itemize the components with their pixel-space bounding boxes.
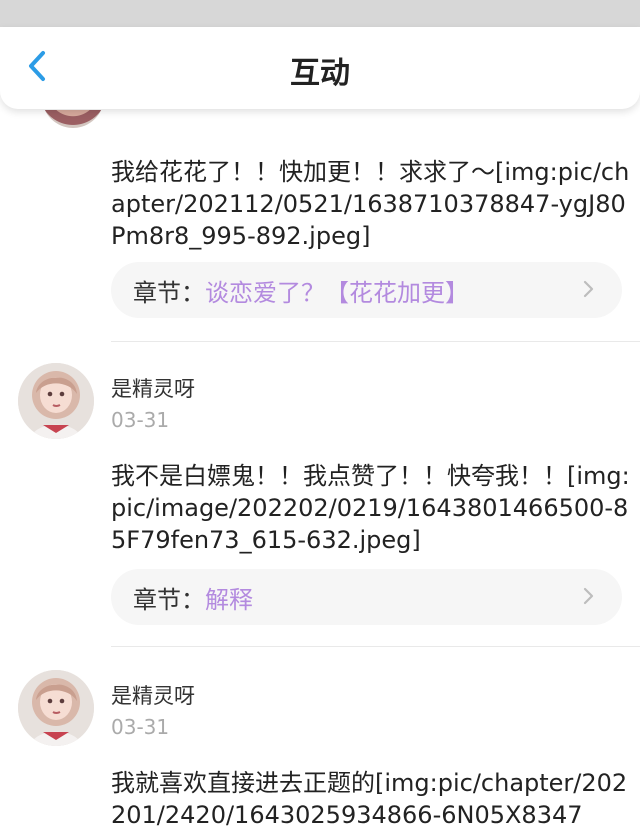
comment-date: 03-31 [111,715,170,739]
comment-divider [111,341,640,342]
chapter-link-card[interactable]: 章节： 谈恋爱了？【花花加更】 [111,262,622,318]
comment-content: 我给花花了！！快加更！！求求了～[img:pic/chapter/202112/… [111,158,630,250]
user-portrait-icon [18,363,94,439]
comment-date: 03-31 [111,408,170,432]
top-navigation-bar: 互动 [0,27,640,109]
chevron-right-icon [583,587,594,605]
status-bar-area [0,0,640,30]
chapter-link-card[interactable]: 章节： 解释 [111,569,622,625]
username: 是精灵呀 [111,377,195,401]
avatar[interactable] [42,110,104,128]
chapter-title[interactable]: 谈恋爱了？【花花加更】 [205,273,469,308]
chapter-label: 章节： [133,278,205,307]
comment-content: 我不是白嫖鬼！！我点赞了！！快夸我！！[img:pic/image/202202… [111,462,630,554]
page-title: 互动 [290,56,350,91]
avatar[interactable] [18,670,94,746]
user-portrait-icon [18,670,94,746]
comment-content: 我就喜欢直接进去正题的[img:pic/chapter/202201/2420/… [111,769,628,826]
chapter-label: 章节： [133,585,205,614]
comment-divider [111,646,640,647]
chevron-right-icon [583,280,594,298]
chapter-title[interactable]: 解释 [205,580,253,615]
username: 是精灵呀 [111,684,195,708]
avatar[interactable] [18,363,94,439]
comment-feed[interactable]: 我给花花了！！快加更！！求求了～[img:pic/chapter/202112/… [0,110,640,826]
